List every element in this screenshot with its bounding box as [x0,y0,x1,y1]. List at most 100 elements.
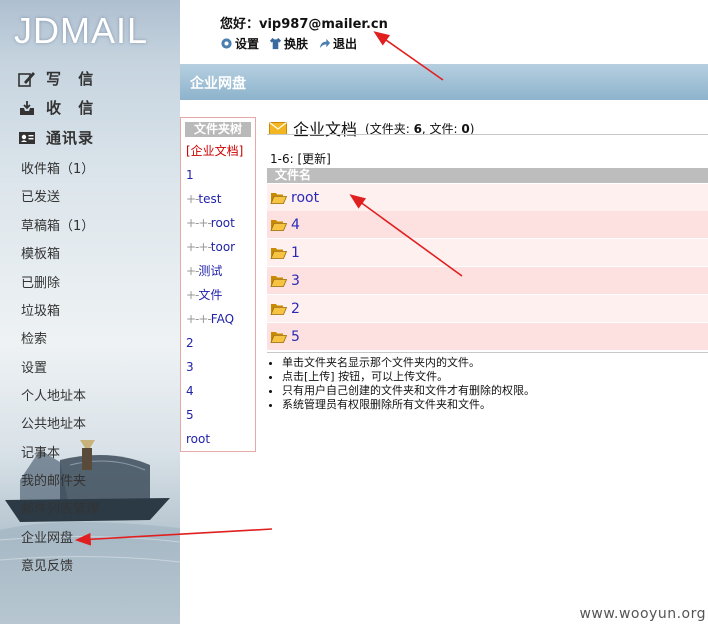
skin-link[interactable]: 换肤 [269,35,308,52]
tree-item-label: 1 [186,168,194,182]
nav-drafts[interactable]: 草稿箱（1） [21,215,94,234]
tree-item-label: toor [210,240,236,254]
app-logo: JDMAIL [14,10,149,51]
nav-mailing-lists[interactable]: 邮件列表管理 [21,498,99,517]
nav-my-folders[interactable]: 我的邮件夹 [21,470,86,489]
tree-item-label: 4 [186,384,194,398]
folder-name: 2 [291,300,300,317]
open-folder-icon [270,331,287,343]
folder-tree: 文件夹树 [企业文档] 1 +-test +-+-root +-+-toor +… [180,117,256,452]
folder-row[interactable]: 3 [267,267,708,294]
nav-inbox-folder[interactable]: 收件箱（1） [21,158,94,177]
sidebar: JDMAIL 写 信 收 信 通讯录 收件箱（1） 已发送 草稿箱（1） 模板箱… [0,0,180,624]
tree-item[interactable]: 4 [181,379,255,403]
tree-item[interactable]: +-+-toor [181,235,255,259]
folder-name: root [291,189,320,206]
tree-indent: +- [186,288,199,302]
gear-icon [221,38,232,49]
envelope-icon [269,121,287,135]
nav-compose[interactable]: 写 信 [18,68,99,89]
tree-indent: +- [186,192,199,206]
nav-contacts[interactable]: 通讯录 [18,127,94,148]
help-note: 只有用户自己创建的文件夹和文件才有删除的权限。 [282,384,535,398]
nav-spam[interactable]: 垃圾箱 [21,300,60,319]
folder-row[interactable]: 5 [267,323,708,350]
help-note: 点击[上传] 按钮，可以上传文件。 [282,370,535,384]
nav-compose-label: 写 信 [46,70,100,88]
tree-item[interactable]: +-+-FAQ [181,307,255,331]
open-folder-icon [270,275,287,287]
nav-enterprise-disk[interactable]: 企业网盘 [21,527,73,546]
range-text: 1-6: [270,152,294,166]
tree-indent: +-+- [186,216,212,230]
exit-arrow-icon [319,38,331,49]
tree-item-label: root [210,216,235,230]
nav-inbox-label: 收 信 [46,99,100,117]
nav-feedback[interactable]: 意见反馈 [21,555,73,574]
logout-link[interactable]: 退出 [318,35,357,52]
settings-link[interactable]: 设置 [220,35,259,52]
tree-item[interactable]: 2 [181,331,255,355]
page-title-row: 企业文档 (文件夹: 6, 文件: 0) [269,116,474,140]
tree-indent: +-+- [186,240,212,254]
range-line: 1-6: [更新] [270,150,331,167]
open-folder-icon [270,303,287,315]
shirt-icon [269,37,282,50]
page-title: 企业文档 [293,120,358,139]
folder-row[interactable]: 1 [267,239,708,266]
tree-item[interactable]: 1 [181,163,255,187]
open-folder-icon [270,192,287,204]
folder-row[interactable]: 4 [267,211,708,238]
tree-item-label: 3 [186,360,194,374]
nav-notepad[interactable]: 记事本 [21,442,60,461]
section-banner: 企业网盘 [180,64,708,100]
nav-sent[interactable]: 已发送 [21,186,60,205]
help-note: 系统管理员有权限删除所有文件夹和文件。 [282,398,535,412]
tree-item[interactable]: +-文件 [181,283,255,307]
nav-templates[interactable]: 模板箱 [21,243,60,262]
tree-item-label: test [198,192,222,206]
banner-title: 企业网盘 [190,76,246,92]
nav-settings[interactable]: 设置 [21,357,47,376]
folder-name: 4 [291,216,300,233]
folder-tree-header: 文件夹树 [185,122,251,137]
folder-row[interactable]: root [267,184,708,211]
tree-item-label: 5 [186,408,194,422]
nav-inbox[interactable]: 收 信 [18,97,99,118]
tree-item[interactable]: 5 [181,403,255,427]
title-divider [267,134,708,135]
tree-item[interactable]: 3 [181,355,255,379]
tree-item-enterprise-docs[interactable]: [企业文档] [181,139,255,163]
settings-link-label: 设置 [235,37,260,51]
inbox-icon [20,100,34,115]
help-notes: 单击文件夹名显示那个文件夹内的文件。 点击[上传] 按钮，可以上传文件。 只有用… [268,356,535,412]
tree-item-label: root [186,432,211,446]
open-folder-icon [270,219,287,231]
nav-personal-addressbook[interactable]: 个人地址本 [21,385,86,404]
help-note: 单击文件夹名显示那个文件夹内的文件。 [282,356,535,370]
tree-item[interactable]: +-test [181,187,255,211]
watermark-text: www.wooyun.org [579,606,706,622]
compose-icon [18,71,35,87]
logout-link-label: 退出 [333,37,358,51]
tree-item[interactable]: root [181,427,255,451]
tree-item[interactable]: +-测试 [181,259,255,283]
filename-column-header[interactable]: 文件名 [267,168,708,183]
tree-item[interactable]: +-+-root [181,211,255,235]
refresh-link[interactable]: [更新] [297,152,330,166]
nav-public-addressbook[interactable]: 公共地址本 [21,413,86,432]
folder-row[interactable]: 2 [267,295,708,322]
nav-deleted[interactable]: 已删除 [21,272,60,291]
user-greeting: 您好：vip987@mailer.cn [220,17,388,32]
nav-search[interactable]: 检索 [21,328,47,347]
nav-contacts-label: 通讯录 [46,129,95,147]
tree-item-label: FAQ [210,312,235,326]
tree-item-label: 文件 [198,288,223,302]
folder-name: 3 [291,272,300,289]
rows-divider [267,352,708,353]
folder-name: 5 [291,328,300,345]
contacts-icon [19,131,35,144]
tree-indent: +-+- [186,312,212,326]
skin-link-label: 换肤 [284,37,309,51]
folder-name: 1 [291,244,300,261]
